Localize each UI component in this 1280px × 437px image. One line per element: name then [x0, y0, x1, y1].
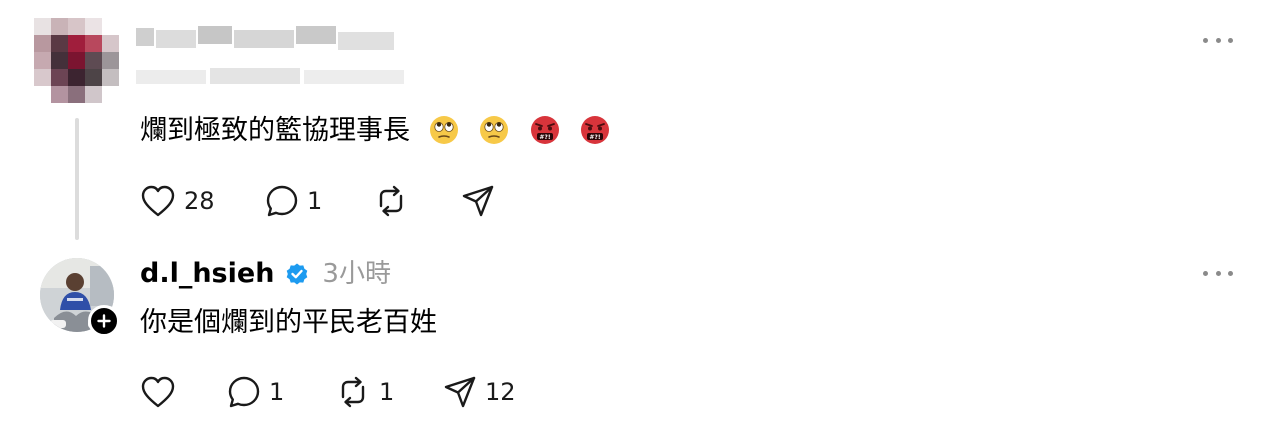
comment-2-header: d.l_hsieh 3小時	[140, 258, 391, 290]
verified-badge-icon	[287, 263, 308, 285]
more-options-button[interactable]	[1203, 263, 1233, 283]
username[interactable]: d.l_hsieh	[140, 258, 274, 290]
comment-2-text: 你是個爛到的平民老百姓	[140, 307, 437, 338]
comment-icon	[228, 376, 260, 408]
like-button[interactable]	[140, 375, 184, 409]
svg-text:#?!: #?!	[590, 134, 601, 141]
like-button[interactable]: 28	[140, 184, 215, 218]
like-count: 28	[184, 187, 215, 215]
heart-icon	[141, 376, 175, 408]
username-blurred[interactable]	[136, 26, 426, 96]
share-button[interactable]: 12	[443, 375, 516, 409]
timestamp: 3小時	[322, 259, 391, 289]
plus-icon	[97, 314, 111, 328]
share-count: 12	[485, 378, 516, 406]
svg-text:#?!: #?!	[539, 134, 550, 141]
repost-icon	[379, 185, 403, 217]
share-icon	[462, 185, 494, 217]
reply-button[interactable]: 1	[227, 375, 284, 409]
reply-count: 1	[269, 378, 285, 406]
more-icon	[1203, 37, 1208, 43]
comment-1-text: 爛到極致的籃協理事長 #?! #?!	[140, 114, 610, 148]
repost-count: 1	[379, 378, 395, 406]
more-options-button[interactable]	[1203, 30, 1233, 50]
rolling-eyes-emoji-icon	[429, 116, 458, 144]
follow-button[interactable]	[88, 305, 120, 337]
reply-button[interactable]: 1	[265, 184, 322, 218]
cursing-face-emoji-icon: #?!	[530, 116, 559, 144]
more-icon	[1203, 270, 1208, 276]
share-icon	[444, 376, 476, 408]
comment-icon	[266, 185, 298, 217]
repost-button[interactable]	[373, 184, 417, 218]
thread-line	[75, 118, 79, 240]
repost-icon	[341, 376, 365, 408]
avatar-pixelated[interactable]	[34, 18, 120, 110]
reply-count: 1	[307, 187, 323, 215]
share-button[interactable]	[461, 184, 503, 218]
rolling-eyes-emoji-icon	[480, 116, 509, 144]
repost-button[interactable]: 1	[335, 375, 394, 409]
cursing-face-emoji-icon: #?!	[581, 116, 610, 144]
heart-icon	[141, 185, 175, 217]
